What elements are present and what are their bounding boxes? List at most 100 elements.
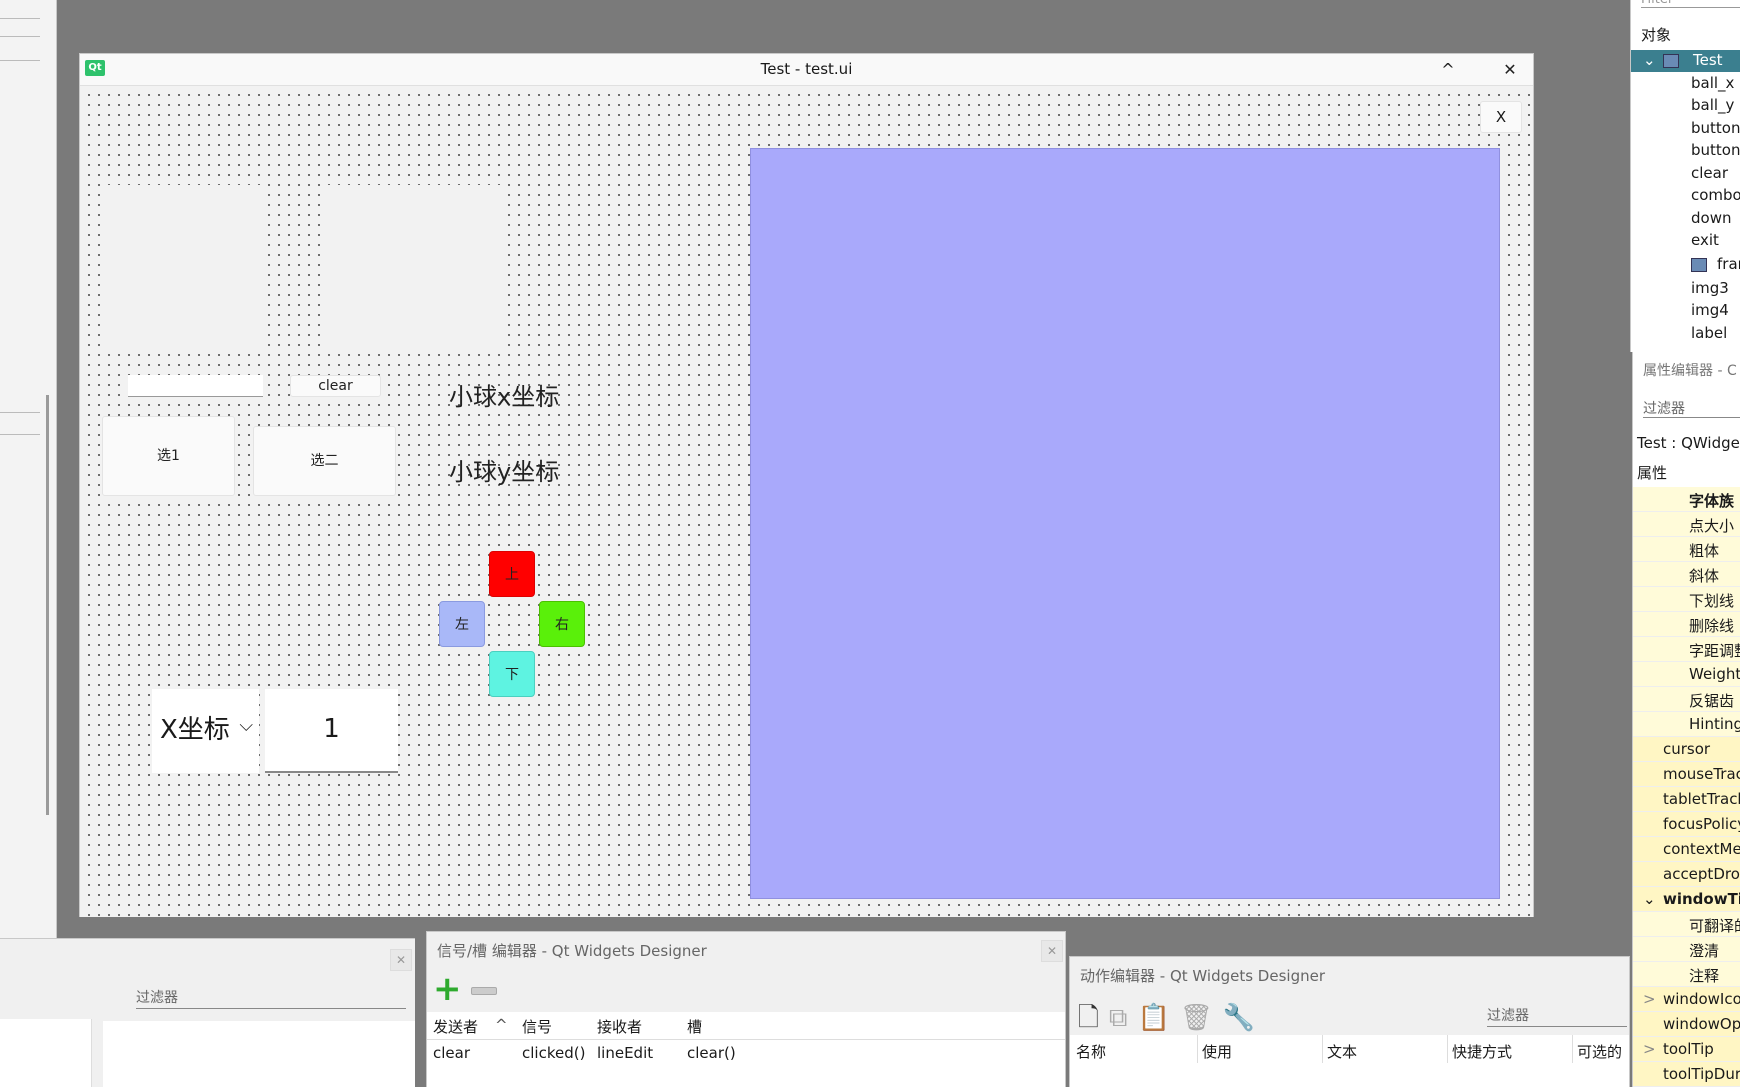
cell-slot[interactable]: clear() xyxy=(687,1044,736,1062)
action-editor: 动作编辑器 - Qt Widgets Designer 🗋⧉📋🗑🔧 过滤器 名称… xyxy=(1069,956,1630,1087)
delete-icon[interactable]: 🗑 xyxy=(1180,1003,1223,1033)
tree-item[interactable]: clear xyxy=(1631,163,1740,185)
line-edit[interactable] xyxy=(128,375,263,397)
property-row[interactable]: cursor xyxy=(1633,737,1740,762)
property-row[interactable]: windowOp xyxy=(1633,1012,1740,1037)
option2-button[interactable]: 选二 xyxy=(253,426,396,496)
tree-item[interactable]: label xyxy=(1631,323,1740,345)
tree-item[interactable]: exit xyxy=(1631,230,1740,252)
ball-canvas[interactable] xyxy=(750,148,1500,899)
property-row[interactable]: focusPolicy xyxy=(1633,812,1740,837)
scrollbar[interactable] xyxy=(46,395,49,815)
property-row[interactable]: mouseTrac xyxy=(1633,762,1740,787)
property-row[interactable]: 注释 xyxy=(1633,962,1740,987)
expand-icon[interactable]: ⌄ xyxy=(1643,51,1656,69)
property-row[interactable]: 可翻译的 xyxy=(1633,912,1740,937)
close-icon[interactable]: ✕ xyxy=(1041,940,1063,962)
property-row[interactable]: 下划线 xyxy=(1633,587,1740,612)
tree-item[interactable]: combo xyxy=(1631,185,1740,207)
property-row[interactable]: 粗体 xyxy=(1633,537,1740,562)
column-header-text[interactable]: 文本 xyxy=(1327,1041,1357,1062)
property-row[interactable]: > windowIco xyxy=(1633,987,1740,1012)
chevron-right-icon[interactable]: > xyxy=(1643,990,1656,1008)
dock-title: 信号/槽 编辑器 - Qt Widgets Designer xyxy=(437,942,707,960)
property-row[interactable]: 反锯齿 xyxy=(1633,687,1740,712)
tree-item[interactable]: img3 xyxy=(1631,278,1740,300)
filter-input[interactable]: 过滤器 xyxy=(136,987,406,1009)
sort-ascending-icon: ^ xyxy=(495,1016,508,1034)
property-row[interactable]: 字体族 xyxy=(1633,487,1740,512)
close-button[interactable]: ✕ xyxy=(1494,56,1526,84)
expand-icon[interactable]: ⌄ xyxy=(1643,890,1656,908)
property-row[interactable]: tabletTrack xyxy=(1633,787,1740,812)
column-header-checkable[interactable]: 可选的 xyxy=(1577,1041,1622,1062)
copy-icon[interactable]: ⧉ xyxy=(1109,1003,1138,1033)
tree-item[interactable]: button xyxy=(1631,118,1740,140)
property-row[interactable]: > toolTip xyxy=(1633,1037,1740,1062)
plus-icon[interactable]: + xyxy=(433,972,462,1006)
up-button[interactable]: 上 xyxy=(489,551,535,597)
column-header-slot[interactable]: 槽 xyxy=(687,1016,702,1037)
property-name: acceptDrop xyxy=(1663,865,1740,883)
tree-item-label: ball_y xyxy=(1691,96,1735,114)
maximize-button[interactable]: ^ xyxy=(1432,56,1464,84)
column-header-signal[interactable]: 信号 xyxy=(522,1016,552,1037)
filter-input[interactable]: Filter xyxy=(1641,0,1740,8)
clear-button[interactable]: clear xyxy=(290,375,381,397)
tree-item[interactable]: button xyxy=(1631,140,1740,162)
filter-input[interactable]: 过滤器 xyxy=(1643,398,1740,418)
tree-item[interactable]: ball_y xyxy=(1631,95,1740,117)
cell-signal[interactable]: clicked() xyxy=(522,1044,585,1062)
column-header-name[interactable]: 名称 xyxy=(1076,1041,1106,1062)
tree-item[interactable]: down xyxy=(1631,208,1740,230)
property-row[interactable]: 删除线 xyxy=(1633,612,1740,637)
exit-button[interactable]: X xyxy=(1480,101,1522,133)
tree-item-test[interactable]: ⌄ Test xyxy=(1631,50,1740,72)
image-frame[interactable] xyxy=(324,185,502,348)
column-header-shortcut[interactable]: 快捷方式 xyxy=(1452,1041,1512,1062)
property-row[interactable]: Hinting xyxy=(1633,712,1740,737)
property-row[interactable]: 字距调整 xyxy=(1633,637,1740,662)
right-button[interactable]: 右 xyxy=(539,601,585,647)
property-row[interactable]: ⌄ windowTit xyxy=(1633,887,1740,912)
axis-combobox[interactable]: X坐标 ⌵ xyxy=(152,689,259,773)
property-row[interactable]: acceptDrop xyxy=(1633,862,1740,887)
tree-item[interactable]: img4 xyxy=(1631,300,1740,322)
table-row[interactable]: clear clicked() lineEdit clear() xyxy=(427,1040,1065,1068)
close-icon[interactable]: ✕ xyxy=(390,949,412,971)
new-icon[interactable]: 🗋 xyxy=(1078,1003,1109,1033)
column-header-receiver[interactable]: 接收者 xyxy=(597,1016,642,1037)
paste-icon[interactable]: 📋 xyxy=(1137,1003,1179,1033)
bottom-left-dock: ✕ 过滤器 xyxy=(0,938,415,1087)
wrench-icon[interactable]: 🔧 xyxy=(1223,1003,1265,1033)
property-name: 澄清 xyxy=(1689,942,1720,960)
image-frame[interactable] xyxy=(102,185,265,348)
property-column-header: 属性 xyxy=(1637,464,1668,482)
down-button[interactable]: 下 xyxy=(489,651,535,697)
chevron-right-icon[interactable]: > xyxy=(1643,1040,1656,1058)
connections-table: 发送者 ^ 信号 接收者 槽 clear clicked() lineEdit … xyxy=(427,1012,1065,1087)
cell-receiver[interactable]: lineEdit xyxy=(597,1044,653,1062)
tree-item[interactable]: fran xyxy=(1631,254,1740,276)
property-row[interactable]: Weight xyxy=(1633,662,1740,687)
object-inspector: Filter 对象 ⌄ Test ball_x ball_y button but… xyxy=(1630,0,1740,352)
property-row[interactable]: toolTipDur xyxy=(1633,1062,1740,1087)
property-row[interactable]: 点大小 xyxy=(1633,512,1740,537)
minus-icon[interactable] xyxy=(471,987,497,995)
filter-input[interactable]: 过滤器 xyxy=(1487,1005,1627,1027)
property-name: 下划线 xyxy=(1689,592,1735,610)
column-header-used[interactable]: 使用 xyxy=(1202,1041,1232,1062)
cell-sender[interactable]: clear xyxy=(433,1044,470,1062)
combo-value: X坐标 xyxy=(160,715,230,745)
property-row[interactable]: 澄清 xyxy=(1633,937,1740,962)
column-header-sender[interactable]: 发送者 xyxy=(433,1016,478,1037)
coordinate-spinbox[interactable]: 1 xyxy=(265,689,398,773)
window-title: Test - test.ui xyxy=(760,60,853,78)
tree-item-label: ball_x xyxy=(1691,74,1735,92)
left-button[interactable]: 左 xyxy=(439,601,485,647)
property-row[interactable]: 斜体 xyxy=(1633,562,1740,587)
tree-item[interactable]: ball_x xyxy=(1631,73,1740,95)
title-bar: Qt Test - test.ui ^ ✕ xyxy=(80,54,1533,86)
property-row[interactable]: contextMe xyxy=(1633,837,1740,862)
option1-button[interactable]: 选1 xyxy=(102,416,235,496)
